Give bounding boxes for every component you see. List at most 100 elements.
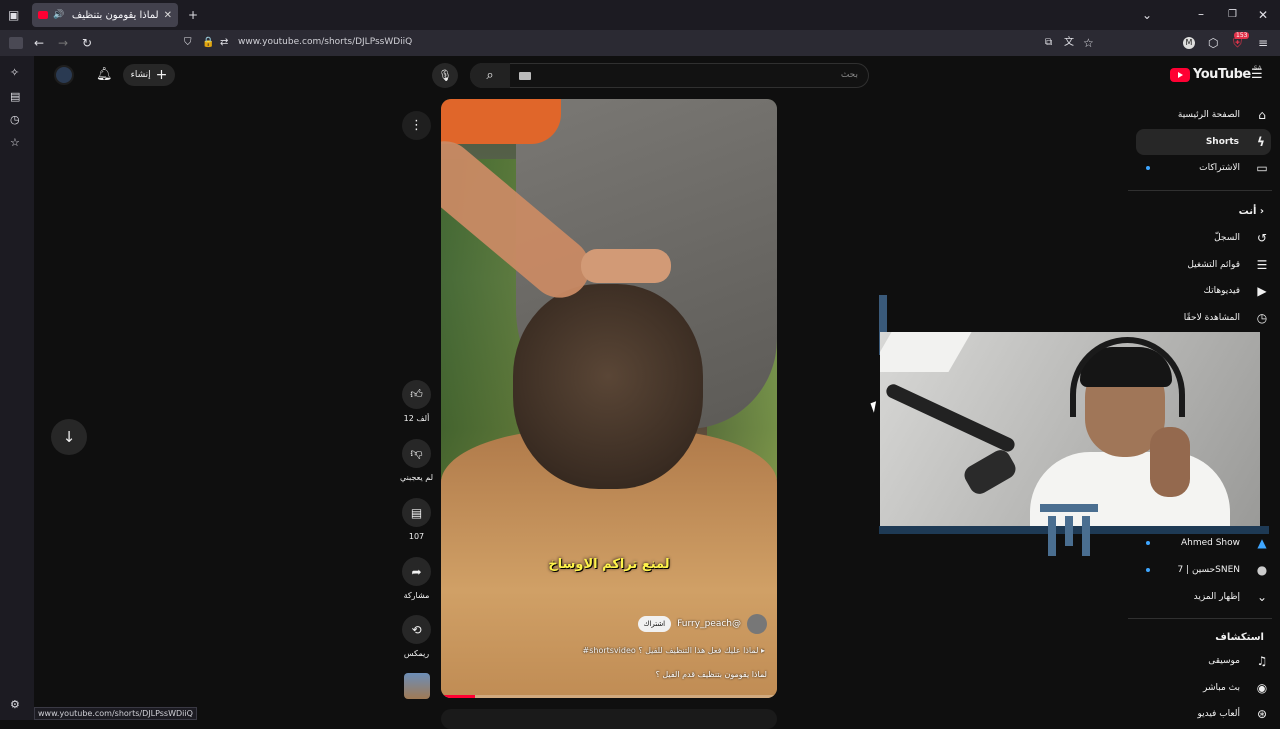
guide-item-label: فيديوهاتك — [1203, 286, 1240, 296]
guide-item-label: إظهار المزيد — [1193, 592, 1240, 602]
bookmarks-icon[interactable]: ☆ — [10, 136, 20, 149]
video-description[interactable]: ▸ لماذا عليك فعل هذا التنظيف للفيل ؟ sho… — [445, 646, 766, 655]
new-content-dot — [1146, 166, 1150, 170]
guide-item-label: بث مباشر — [1203, 683, 1240, 693]
extension-badge: 153 — [1234, 32, 1250, 39]
video-title[interactable]: لماذا يقومون بتنظيف قدم الفيل ؟ — [656, 670, 767, 679]
reload-icon[interactable]: ↻ — [82, 37, 92, 49]
youtube-logo[interactable]: YouTube SA — [1170, 65, 1262, 82]
guide-item-home[interactable]: الصفحة الرئيسية ⌂ — [1136, 102, 1280, 128]
speaker-icon[interactable]: 🔊 — [53, 10, 64, 20]
plus-icon: + — [155, 67, 168, 83]
voice-search-button[interactable]: 🎙︎ — [432, 63, 458, 88]
browser-tab[interactable]: 🔊 لماذا يقومون بتنظيف قدم ا... ✕ — [32, 3, 178, 27]
settings-gear-icon[interactable]: ⚙ — [10, 698, 20, 711]
guide-item-show-more[interactable]: إظهار المزيد ⌄ — [1136, 584, 1280, 610]
comments-button[interactable]: ▤ — [402, 498, 431, 527]
comments-action: ▤ 107 — [402, 498, 431, 541]
search-button[interactable]: ⌕ — [470, 63, 510, 88]
picture-in-picture-icon[interactable]: ⧉ — [1045, 37, 1052, 49]
guide-item-history[interactable]: السجلّ ↺ — [1136, 225, 1280, 251]
your-videos-icon: ▶ — [1257, 284, 1267, 298]
ai-chat-icon[interactable]: ✧ — [10, 66, 19, 79]
notifications-bell-icon[interactable]: 🔔︎ — [96, 67, 113, 82]
browser-tab-bar: ▣ 🔊 لماذا يقومون بتنظيف قدم ا... ✕ + ⌄ –… — [0, 0, 1280, 30]
like-action: 👍︎ 12 ألف — [402, 380, 431, 423]
chevron-down-icon[interactable]: ⌄ — [1142, 9, 1152, 21]
you-label: أنت — [1238, 206, 1257, 217]
mouse-cursor — [870, 401, 880, 413]
restore-icon[interactable]: ❐ — [1228, 9, 1237, 21]
guide-item-your-videos[interactable]: فيديوهاتك ▶ — [1136, 278, 1280, 304]
channel-avatar-icon: ▲ — [1257, 536, 1267, 550]
guide-menu-icon[interactable]: ☰ — [1251, 67, 1263, 82]
youtube-favicon-icon — [38, 11, 48, 19]
live-icon: ◉ — [1256, 681, 1268, 695]
extensions-icon[interactable]: ⬡ — [1208, 37, 1218, 49]
account-icon[interactable]: M — [1183, 37, 1195, 49]
guide-item-music[interactable]: موسيقى ♫ — [1136, 648, 1280, 674]
guide-item-watch-later[interactable]: المشاهدة لاحقًا ◷ — [1136, 305, 1280, 331]
shorts-video-player[interactable]: لمنع تراكم الاوساخ @Furry_peach اشتراك ▸… — [441, 99, 777, 698]
sidebar-toggle-icon[interactable] — [9, 37, 23, 49]
history-icon: ↺ — [1256, 231, 1268, 245]
you-section-heading[interactable]: أنت › — [1239, 206, 1264, 217]
permissions-icon[interactable]: ⇄ — [220, 37, 228, 49]
divider — [1128, 618, 1272, 619]
more-options-button[interactable]: ⋮ — [402, 111, 431, 140]
remix-button[interactable]: ⟲ — [402, 615, 431, 644]
forward-icon[interactable]: → — [58, 37, 68, 49]
guide-item-subscriptions[interactable]: الاشتراكات ▭ — [1136, 155, 1280, 181]
create-button[interactable]: إنشاء + — [123, 64, 175, 86]
new-content-dot — [1146, 541, 1150, 545]
channel-avatar[interactable] — [747, 614, 767, 634]
history-icon[interactable]: ◷ — [10, 113, 20, 126]
next-video-button[interactable]: ↓ — [51, 419, 87, 455]
synced-tabs-icon[interactable]: ▤ — [10, 90, 20, 103]
bookmark-star-icon[interactable]: ☆ — [1083, 37, 1094, 49]
guide-item-live[interactable]: بث مباشر ◉ — [1136, 675, 1280, 701]
clock-icon: ◷ — [1256, 311, 1268, 325]
close-window-icon[interactable]: ✕ — [1258, 9, 1268, 21]
next-short-preview[interactable] — [441, 709, 777, 729]
menu-icon[interactable]: ≡ — [1258, 37, 1268, 49]
video-frame-shirt — [441, 99, 561, 144]
shield-icon[interactable]: ⛉ — [184, 37, 192, 49]
channel-avatar-icon: ● — [1256, 563, 1268, 577]
progress-bar[interactable] — [441, 695, 777, 698]
chevron-down-icon: ⌄ — [1256, 590, 1268, 604]
webcam-overlay — [880, 332, 1260, 528]
mic-arm — [884, 382, 1017, 454]
avatar[interactable] — [54, 65, 74, 85]
guide-item-playlists[interactable]: قوائم التشغيل ☰ — [1136, 252, 1280, 278]
back-icon[interactable]: ← — [34, 37, 44, 49]
guide-item-gaming[interactable]: ألعاب فيديو ⊛ — [1136, 701, 1280, 727]
dislike-button[interactable]: 👎︎ — [402, 439, 431, 468]
guide-item-label: قوائم التشغيل — [1187, 260, 1240, 270]
lock-icon[interactable]: 🔒 — [202, 37, 214, 49]
search-icon: ⌕ — [486, 68, 494, 83]
search-input[interactable]: بحث — [470, 63, 869, 88]
tab-title: لماذا يقومون بتنظيف قدم ا... — [69, 9, 159, 21]
subscribe-button[interactable]: اشتراك — [637, 616, 672, 632]
sound-thumbnail[interactable] — [404, 673, 430, 699]
url-bar[interactable]: ⛉ 🔒 ⇄ www.youtube.com/shorts/DJLPssWDiiQ — [178, 33, 1098, 53]
close-tab-icon[interactable]: ✕ — [164, 10, 172, 21]
playlists-icon: ☰ — [1256, 258, 1268, 272]
new-tab-icon[interactable]: + — [188, 9, 198, 21]
tab-list-icon[interactable]: ▣ — [8, 9, 19, 21]
translate-icon[interactable]: 文 — [1064, 37, 1074, 49]
guide-item-subscription[interactable]: حسين | 7SNEN ● — [1136, 557, 1280, 583]
remix-label: ريمكس — [403, 649, 430, 658]
video-caption: لمنع تراكم الاوساخ — [548, 557, 670, 572]
minimize-icon[interactable]: – — [1198, 8, 1204, 20]
share-button[interactable]: ➦ — [402, 557, 431, 586]
guide-item-label: المشاهدة لاحقًا — [1183, 313, 1240, 323]
home-icon: ⌂ — [1258, 108, 1266, 122]
dislike-label: لم يعجبني — [399, 473, 434, 482]
keyboard-icon[interactable] — [519, 72, 531, 80]
channel-name[interactable]: @Furry_peach — [677, 619, 741, 629]
like-button[interactable]: 👍︎ — [402, 380, 431, 409]
guide-item-shorts[interactable]: Shorts ϟ — [1136, 129, 1271, 155]
webcam-wall — [880, 332, 972, 372]
